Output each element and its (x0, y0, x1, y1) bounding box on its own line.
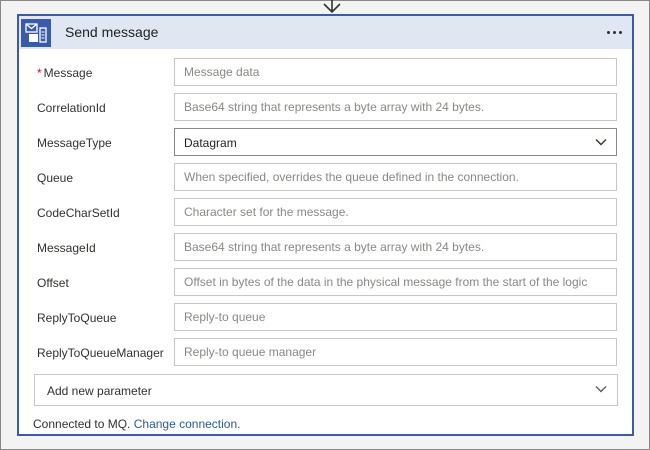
field-row-replytoqueue: ReplyToQueue (19, 303, 632, 333)
field-row-queue: Queue (19, 163, 632, 193)
change-connection-link[interactable]: Change connection. (134, 417, 241, 431)
replytoqueuemanager-input[interactable] (174, 338, 617, 366)
offset-input[interactable] (174, 268, 617, 296)
field-row-messageid: MessageId (19, 233, 632, 263)
field-label-replytoqueuemanager: ReplyToQueueManager (37, 346, 164, 360)
field-row-correlationid: CorrelationId (19, 93, 632, 123)
field-label-queue: Queue (37, 171, 74, 185)
field-label-codecharsetid: CodeCharSetId (37, 206, 120, 220)
connection-footer: Connected to MQ. Change connection. (33, 417, 240, 431)
chevron-down-icon (595, 386, 607, 393)
card-title: Send message (65, 24, 159, 40)
messagetype-selected-value: Datagram (184, 136, 237, 150)
chevron-down-icon (595, 139, 607, 146)
messagetype-select[interactable]: Datagram (174, 128, 617, 156)
codecharsetid-input[interactable] (174, 198, 617, 226)
mq-connector-icon (21, 19, 51, 47)
connection-status-text: Connected to MQ. (33, 417, 131, 431)
field-row-offset: Offset (19, 268, 632, 298)
queue-input[interactable] (174, 163, 617, 191)
field-label-message: * Message (37, 66, 93, 80)
message-input[interactable] (174, 58, 617, 86)
send-message-card: Send message *Message CorrelationId Mess… (17, 14, 634, 436)
card-header[interactable]: Send message (19, 16, 632, 49)
field-label-correlationid: CorrelationId (37, 101, 106, 115)
field-row-replytoqueuemanager: ReplyToQueueManager (19, 338, 632, 368)
add-new-parameter-dropdown[interactable]: Add new parameter (34, 374, 618, 406)
field-row-messagetype: MessageType Datagram (19, 128, 632, 158)
field-label-replytoqueue: ReplyToQueue (37, 311, 117, 325)
field-row-message: * Message (19, 58, 632, 88)
messageid-input[interactable] (174, 233, 617, 261)
replytoqueue-input[interactable] (174, 303, 617, 331)
add-new-parameter-label: Add new parameter (47, 384, 152, 398)
more-options-icon[interactable] (606, 25, 624, 39)
field-label-messageid: MessageId (37, 241, 96, 255)
flow-arrow-down-icon (323, 0, 341, 14)
field-label-messagetype: MessageType (37, 136, 112, 150)
correlationid-input[interactable] (174, 93, 617, 121)
required-marker: * (37, 66, 42, 80)
field-label-offset: Offset (37, 276, 69, 290)
field-row-codecharsetid: CodeCharSetId (19, 198, 632, 228)
